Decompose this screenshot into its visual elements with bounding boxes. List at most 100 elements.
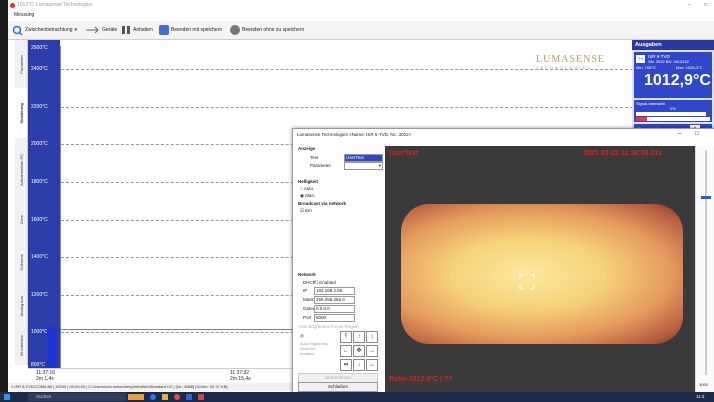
current-temp-bar — [47, 327, 56, 368]
tab-sollwerte[interactable]: Sollwerte — [15, 240, 27, 285]
exit-nosave-button[interactable]: Beenden ohne zu speichern — [230, 24, 304, 36]
camera-reading: Ratio-1012.9°C | ?? — [389, 376, 453, 383]
y-tick-label: 2400°C — [31, 66, 48, 72]
align-top-icon[interactable]: ⤒ — [340, 331, 352, 343]
mask-field[interactable]: 255.255.255.0 — [314, 296, 355, 304]
close-button[interactable]: Schließen — [298, 382, 378, 392]
arrow-right-icon[interactable]: → — [366, 345, 378, 357]
exit-save-button[interactable]: Beenden mit speichern — [159, 24, 222, 36]
arrow-left-icon[interactable]: ← — [340, 345, 352, 357]
x-tick-label: 11:37:16 2m 1,4s — [36, 370, 55, 382]
tab-label: Analog Aus. — [18, 295, 24, 317]
parameter-select[interactable]: ▾ — [344, 162, 383, 170]
toolbar: Zwischenbetrachtung ▾ Geräte Anhalten Be… — [8, 21, 714, 40]
man-label: Man. — [305, 193, 316, 198]
search-label: Suchen — [36, 394, 52, 399]
chrome-icon[interactable] — [174, 394, 180, 400]
expand-horizontal-icon[interactable]: ↔ — [366, 359, 378, 371]
arrow-up-icon[interactable]: ↑ — [353, 331, 365, 343]
device-min: Min: 706°C — [636, 65, 656, 70]
taskbar-app-icon[interactable] — [128, 394, 144, 400]
ip-label: IP — [303, 288, 308, 293]
menu-messung[interactable]: Messung — [14, 12, 34, 18]
tab-aufnahmeliste[interactable]: Aufnahmeliste PC — [15, 140, 27, 200]
tab-zone[interactable]: Zone — [15, 200, 27, 240]
mask-label: Mask — [303, 297, 314, 302]
dialog-settings-panel: Anzeige Text UserText Parameter ▾ Hellig… — [298, 146, 383, 392]
exit-save-label: Beenden mit speichern — [171, 27, 223, 33]
app-icon[interactable] — [198, 394, 204, 400]
status-text: 1 ISR 6-TVD/COM6.86 | 19200 | 00:00.00 |… — [11, 384, 228, 389]
devices-button[interactable]: Geräte — [86, 24, 117, 36]
desktop-edge — [0, 0, 8, 402]
focus-info-icon: ◎ — [300, 333, 304, 338]
move-icon[interactable]: ✥ — [353, 345, 365, 357]
brightness-slider[interactable]: 3000 — [695, 146, 714, 393]
title-temp: 1012°C — [17, 2, 34, 8]
port-field[interactable]: 5000 — [314, 314, 355, 322]
port-label: Port — [303, 315, 312, 320]
expand-vertical-icon[interactable]: ↕ — [366, 331, 378, 343]
thermal-camera-view: UserText 2021-03-22 11:36:58.31s Ratio-1… — [385, 146, 695, 393]
tab-label: IO-Interface — [18, 335, 24, 357]
pause-button[interactable]: Anhalten — [121, 24, 153, 36]
y-tick-label: 2000°C — [31, 141, 48, 147]
pause-label: Anhalten — [133, 27, 153, 33]
dhcp-checkbox[interactable]: ☐ Enabled — [314, 280, 336, 286]
magnifier-icon — [12, 25, 23, 36]
window-title: Lumasense Technologies — [36, 2, 93, 8]
edge-icon[interactable] — [150, 394, 156, 400]
ip-field[interactable]: 192.168.2.55 — [314, 287, 355, 295]
chevron-down-icon[interactable]: ▾ — [75, 27, 78, 33]
exit-nosave-label: Beenden ohne zu speichern — [242, 27, 305, 33]
device-readout: TV ISR 6-TVD SN: 3022 BK: 3610152 Min: 7… — [634, 52, 712, 98]
y-tick-label: 1000°C — [31, 329, 48, 335]
tab-label: Sollwerte — [18, 254, 24, 271]
dialog-minimize-button[interactable]: – — [678, 131, 681, 137]
tab-io-interface[interactable]: IO-Interface — [15, 328, 27, 364]
device-max: Max: 1026,3°C — [676, 65, 703, 70]
lumasense-logo: LUMASENSE TECHNOLOGIES — [536, 54, 628, 72]
taskbar-clock: 11:3 — [696, 394, 705, 399]
enabled-label: Enabled — [319, 280, 336, 285]
gateway-field[interactable]: 0.0.0.0 — [314, 305, 355, 313]
taskbar-search[interactable]: Suchen — [28, 393, 126, 401]
slider-thumb[interactable] — [701, 196, 711, 199]
save-exit-icon — [159, 25, 169, 35]
tab-skalierung[interactable]: Skalierung — [15, 88, 27, 138]
text-field[interactable]: UserText — [344, 154, 383, 162]
man-radio[interactable]: ◉ Man. — [300, 193, 315, 199]
crosshair-icon — [519, 274, 535, 290]
slider-track — [705, 150, 707, 375]
ein-checkbox[interactable]: ☑ Ein — [300, 208, 312, 214]
zoom-button[interactable]: Zwischenbetrachtung ▾ — [12, 24, 77, 36]
device-icon: TV — [636, 55, 645, 63]
signal-label: Signal-Intensität — [636, 101, 665, 106]
auto-radio[interactable]: ○ Auto. — [300, 186, 314, 191]
tab-parameter[interactable]: Parameter — [15, 44, 27, 84]
dialog-maximize-button[interactable]: □ — [695, 131, 699, 137]
restore-button[interactable]: □ — [704, 2, 707, 8]
grid-line — [61, 107, 633, 108]
focus-note: Auto brightness could be enabled — [300, 341, 328, 356]
taskbar: Suchen 11:3 — [0, 392, 714, 402]
ein-label: Ein — [305, 208, 312, 213]
shrink-horizontal-icon[interactable]: ⇹ — [340, 359, 352, 371]
camera-usertext: UserText — [389, 150, 419, 157]
chevron-down-icon: ▾ — [378, 163, 381, 168]
tab-analog[interactable]: Analog Aus. — [15, 286, 27, 326]
title-bar: 1012°C Lumasense Technologies – □ — [8, 0, 714, 11]
current-temperature: 1012,9°C — [644, 72, 711, 89]
arrow-down-icon[interactable]: ↓ — [353, 359, 365, 371]
outlook-icon[interactable] — [186, 394, 192, 400]
minimize-button[interactable]: – — [688, 2, 691, 8]
parameter-label: Parameter — [310, 163, 332, 168]
y-tick-label: 1600°C — [31, 217, 48, 223]
slider-value: 3000 — [699, 382, 708, 387]
folder-icon[interactable] — [162, 394, 168, 400]
start-icon[interactable] — [4, 394, 10, 400]
y-tick-label: 1200°C — [31, 292, 48, 298]
logo-name: LUMASENSE — [536, 54, 606, 65]
signal-value: 0% — [670, 106, 676, 111]
y-axis: 2500°C 2400°C 2200°C 2000°C 1800°C 1600°C 1400… — [28, 40, 60, 368]
